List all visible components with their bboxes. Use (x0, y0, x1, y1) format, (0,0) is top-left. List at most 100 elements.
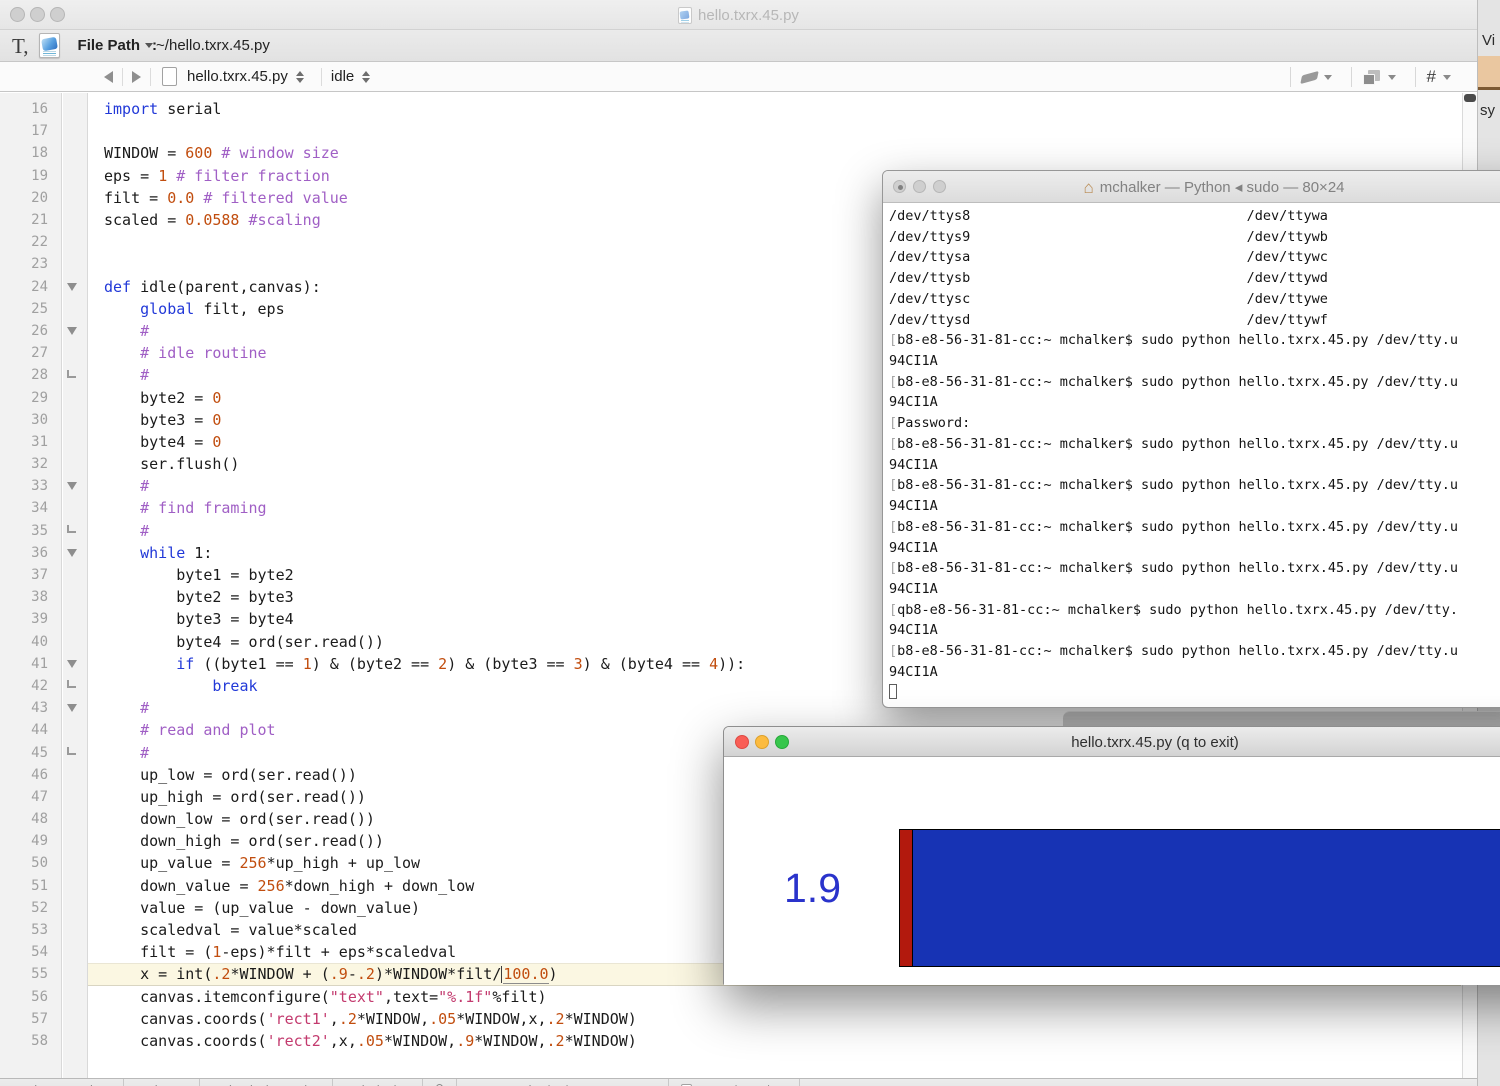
line-number[interactable]: 50 (0, 855, 55, 871)
code-line-57[interactable]: 57 canvas.coords('rect1', .2 *WINDOW, .05 *W… (0, 1008, 1461, 1030)
fold-end-icon[interactable] (55, 680, 88, 689)
encoding-menu[interactable]: Unicode (UTF-8) (200, 1079, 334, 1086)
line-ending-menu[interactable]: Unix (LF) (333, 1079, 423, 1086)
close-button[interactable] (735, 735, 749, 749)
line-number[interactable]: 40 (0, 634, 55, 650)
fold-toggle-icon[interactable] (55, 548, 88, 557)
hash-icon[interactable]: # (1427, 67, 1436, 87)
terminal-line: [b8-e8-56-31-81-cc:~ mchalker$ sudo pyth… (889, 477, 1458, 494)
line-number[interactable]: 33 (0, 478, 55, 494)
line-number[interactable]: 52 (0, 900, 55, 916)
file-proxy-icon[interactable] (38, 33, 60, 58)
fold-toggle-icon[interactable] (55, 482, 88, 491)
line-number[interactable]: 30 (0, 412, 55, 428)
chevron-down-icon[interactable] (1443, 74, 1451, 80)
filename-dropdown[interactable]: hello.txrx.45.py (187, 68, 288, 85)
zoom-button[interactable] (50, 7, 65, 22)
marker-icon[interactable] (1299, 70, 1319, 84)
line-number[interactable]: 56 (0, 989, 55, 1005)
line-number[interactable]: 36 (0, 545, 55, 561)
line-number[interactable]: 29 (0, 390, 55, 406)
line-number[interactable]: 28 (0, 367, 55, 383)
line-number[interactable]: 53 (0, 922, 55, 938)
fold-end-icon[interactable] (55, 369, 88, 378)
fold-toggle-icon[interactable] (55, 326, 88, 335)
chevron-down-icon[interactable] (1323, 74, 1332, 80)
line-number[interactable]: 55 (0, 966, 55, 982)
line-number[interactable]: 19 (0, 168, 55, 184)
forward-button[interactable] (132, 70, 141, 83)
scrollbar-thumb[interactable] (1464, 94, 1476, 102)
back-button[interactable] (104, 70, 113, 83)
code-line-16[interactable]: 16 import serial (0, 98, 1461, 120)
filename-stepper[interactable] (295, 70, 304, 83)
line-number[interactable]: 20 (0, 190, 55, 206)
terminal-body[interactable]: /dev/ttys8 /dev/ttywa/dev/ttys9 /dev/tty… (883, 203, 1500, 703)
line-number[interactable]: 42 (0, 678, 55, 694)
terminal-cursor (889, 683, 897, 699)
file-path-label[interactable]: File Path (78, 37, 141, 54)
zoom-button[interactable] (933, 180, 946, 193)
minimize-button[interactable] (913, 180, 926, 193)
prompt-mark: [ (889, 415, 898, 432)
line-number[interactable]: 58 (0, 1033, 55, 1049)
bar-gauge (899, 829, 1500, 967)
documents-icon[interactable] (1362, 69, 1381, 85)
minimize-button[interactable] (755, 735, 769, 749)
close-button[interactable] (893, 180, 906, 193)
line-number[interactable]: 16 (0, 101, 55, 117)
code-line-56[interactable]: 56 canvas.itemconfigure("text" ,text= "%.1… (0, 986, 1461, 1008)
code-line-58[interactable]: 58 canvas.coords('rect2' ,x, .05 *WINDOW, .9… (0, 1030, 1461, 1052)
close-button[interactable] (10, 7, 25, 22)
function-stepper[interactable] (362, 70, 371, 83)
line-number[interactable]: 38 (0, 589, 55, 605)
code-text: canvas.coords('rect2' ,x, .05 *WINDOW, .9 *WI… (104, 1031, 637, 1050)
minimize-button[interactable] (30, 7, 45, 22)
line-number[interactable]: 34 (0, 500, 55, 516)
lock-indicator[interactable] (423, 1079, 457, 1086)
line-number[interactable]: 47 (0, 789, 55, 805)
line-number[interactable]: 39 (0, 611, 55, 627)
line-number[interactable]: 43 (0, 700, 55, 716)
line-number[interactable]: 31 (0, 434, 55, 450)
zoom-menu[interactable]: 100% (800, 1079, 868, 1086)
divider (1289, 67, 1291, 87)
line-number[interactable]: 37 (0, 567, 55, 583)
line-number[interactable]: 21 (0, 212, 55, 228)
line-number[interactable]: 54 (0, 944, 55, 960)
terminal-line: /dev/ttys8 /dev/ttywa (889, 208, 1328, 224)
line-number[interactable]: 46 (0, 767, 55, 783)
terminal-line: [b8-e8-56-31-81-cc:~ mchalker$ sudo pyth… (889, 435, 1458, 452)
line-number[interactable]: 24 (0, 279, 55, 295)
chevron-down-icon[interactable] (1387, 74, 1396, 80)
line-number[interactable]: 35 (0, 523, 55, 539)
fold-toggle-icon[interactable] (55, 282, 88, 291)
terminal-line: [b8-e8-56-31-81-cc:~ mchalker$ sudo pyth… (889, 643, 1458, 660)
line-number[interactable]: 41 (0, 656, 55, 672)
line-number[interactable]: 26 (0, 323, 55, 339)
line-number[interactable]: 48 (0, 811, 55, 827)
line-number[interactable]: 32 (0, 456, 55, 472)
fold-end-icon[interactable] (55, 747, 88, 756)
line-number[interactable]: 17 (0, 123, 55, 139)
tk-canvas[interactable]: 1.9 (724, 757, 1500, 985)
line-number[interactable]: 18 (0, 145, 55, 161)
code-line-17[interactable]: 17 (0, 120, 1461, 142)
function-dropdown[interactable]: idle (331, 68, 354, 85)
fold-toggle-icon[interactable] (55, 659, 88, 668)
zoom-button[interactable] (775, 735, 789, 749)
line-number[interactable]: 23 (0, 256, 55, 272)
line-number[interactable]: 45 (0, 745, 55, 761)
text-tool-icon[interactable]: T, (12, 35, 29, 57)
code-line-18[interactable]: 18 WINDOW = 600 # window size (0, 142, 1461, 164)
line-number[interactable]: 57 (0, 1011, 55, 1027)
line-number[interactable]: 25 (0, 301, 55, 317)
line-number[interactable]: 27 (0, 345, 55, 361)
line-number[interactable]: 51 (0, 878, 55, 894)
line-number[interactable]: 22 (0, 234, 55, 250)
line-number[interactable]: 44 (0, 722, 55, 738)
fold-end-icon[interactable] (55, 525, 88, 534)
line-number[interactable]: 49 (0, 833, 55, 849)
fold-toggle-icon[interactable] (55, 704, 88, 713)
language-menu[interactable]: Python (124, 1079, 201, 1086)
